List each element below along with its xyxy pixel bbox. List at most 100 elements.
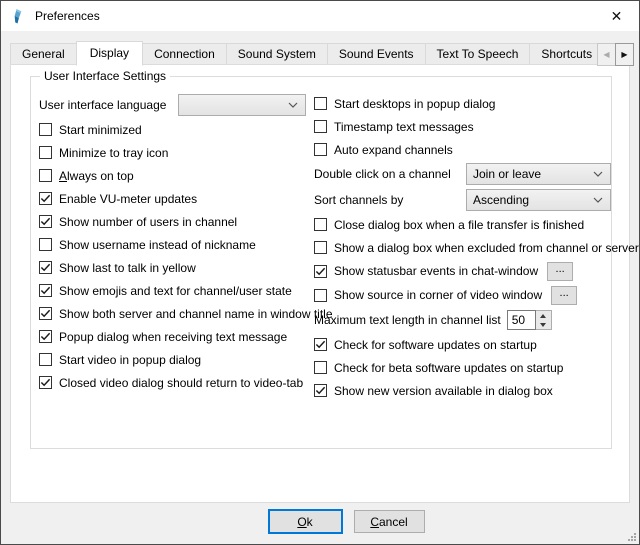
checkbox-label: Show new version available in dialog box (334, 384, 553, 398)
sort-channels-row: Sort channels by Ascending (314, 187, 639, 213)
checkbox[interactable] (39, 330, 52, 343)
checkbox-row-last-to-talk[interactable]: Show last to talk in yellow (39, 256, 314, 279)
checkbox-label: Show last to talk in yellow (59, 261, 196, 275)
checkbox[interactable] (314, 218, 327, 231)
checkbox[interactable] (39, 123, 52, 136)
checkbox[interactable] (314, 384, 327, 397)
checkbox-label: Close dialog box when a file transfer is… (334, 218, 584, 232)
ok-button[interactable]: Ok (268, 509, 343, 534)
checkbox-row-statusbar-events[interactable]: Show statusbar events in chat-window ... (314, 259, 639, 283)
checkbox-label: Start desktops in popup dialog (334, 97, 495, 111)
double-click-label: Double click on a channel (314, 167, 466, 181)
sort-channels-value: Ascending (473, 193, 593, 207)
checkbox-label: Show statusbar events in chat-window (334, 264, 538, 278)
sort-channels-label: Sort channels by (314, 193, 466, 207)
video-source-more-button[interactable]: ... (551, 286, 577, 305)
footer: Ok Cancel (1, 510, 639, 534)
checkbox[interactable] (314, 265, 327, 278)
tab-text-to-speech[interactable]: Text To Speech (425, 43, 531, 64)
tab-sound-system[interactable]: Sound System (226, 43, 328, 64)
checkbox-row-popup-text[interactable]: Popup dialog when receiving text message (39, 325, 314, 348)
checkbox[interactable] (39, 192, 52, 205)
language-label: User interface language (39, 98, 178, 112)
checkbox[interactable] (314, 143, 327, 156)
language-select[interactable] (178, 94, 306, 116)
teamtalk-app-icon (10, 8, 27, 25)
checkbox-row-closed-video[interactable]: Closed video dialog should return to vid… (39, 371, 314, 394)
checkbox-label: Show emojis and text for channel/user st… (59, 284, 292, 298)
right-column: Start desktops in popup dialog Timestamp… (314, 92, 639, 402)
checkbox-label: Closed video dialog should return to vid… (59, 376, 303, 390)
max-text-length-value[interactable]: 50 (507, 310, 536, 330)
checkbox[interactable] (39, 353, 52, 366)
double-click-row: Double click on a channel Join or leave (314, 161, 639, 187)
checkbox-row-window-title[interactable]: Show both server and channel name in win… (39, 302, 314, 325)
checkbox-row-show-username[interactable]: Show username instead of nickname (39, 233, 314, 256)
checkbox-row-close-on-transfer[interactable]: Close dialog box when a file transfer is… (314, 213, 639, 236)
tab-bar: General Display Connection Sound System … (10, 40, 630, 65)
tab-general[interactable]: General (10, 43, 77, 64)
spin-up-icon[interactable] (536, 311, 551, 320)
checkbox[interactable] (39, 307, 52, 320)
checkbox-label: Show username instead of nickname (59, 238, 256, 252)
checkbox[interactable] (39, 238, 52, 251)
chevron-down-icon (593, 171, 603, 177)
checkbox-label: Show source in corner of video window (334, 288, 542, 302)
checkbox-row-vu-meter[interactable]: Enable VU-meter updates (39, 187, 314, 210)
checkbox-row-always-on-top[interactable]: Always on top (39, 164, 314, 187)
close-button[interactable]: ✕ (594, 1, 639, 31)
ok-button-label: Ok (297, 515, 312, 529)
left-column: User interface language Start minimized … (39, 92, 314, 402)
checkbox[interactable] (39, 169, 52, 182)
checkbox-row-check-beta-updates[interactable]: Check for beta software updates on start… (314, 356, 639, 379)
checkbox-row-emojis[interactable]: Show emojis and text for channel/user st… (39, 279, 314, 302)
max-text-length-row: Maximum text length in channel list 50 (314, 307, 639, 333)
max-text-length-spinbox[interactable]: 50 (507, 310, 552, 330)
checkbox[interactable] (314, 289, 327, 302)
checkbox-row-excluded-dialog[interactable]: Show a dialog box when excluded from cha… (314, 236, 639, 259)
tab-sound-events[interactable]: Sound Events (327, 43, 426, 64)
spin-down-icon[interactable] (536, 320, 551, 329)
checkbox-label: Timestamp text messages (334, 120, 474, 134)
checkbox-row-auto-expand[interactable]: Auto expand channels (314, 138, 639, 161)
checkbox[interactable] (39, 146, 52, 159)
tab-shortcuts[interactable]: Shortcuts (529, 43, 604, 64)
statusbar-events-more-button[interactable]: ... (547, 262, 573, 281)
checkbox-row-minimize-tray[interactable]: Minimize to tray icon (39, 141, 314, 164)
cancel-button[interactable]: Cancel (354, 510, 425, 533)
checkbox-row-start-minimized[interactable]: Start minimized (39, 118, 314, 141)
checkbox-row-video-popup[interactable]: Start video in popup dialog (39, 348, 314, 371)
tab-scroll-left-icon[interactable]: ◀ (597, 43, 615, 66)
checkbox-label: Start video in popup dialog (59, 353, 201, 367)
checkbox[interactable] (39, 261, 52, 274)
chevron-down-icon (593, 197, 603, 203)
resize-grip-icon[interactable] (628, 533, 637, 542)
checkbox[interactable] (39, 215, 52, 228)
checkbox[interactable] (314, 120, 327, 133)
tab-scroll-buttons: ◀ ▶ (597, 43, 634, 64)
checkbox-row-show-user-count[interactable]: Show number of users in channel (39, 210, 314, 233)
checkbox[interactable] (39, 284, 52, 297)
checkbox-row-check-updates[interactable]: Check for software updates on startup (314, 333, 639, 356)
checkbox-label: Show a dialog box when excluded from cha… (334, 241, 639, 255)
display-tab-panel: User Interface Settings User interface l… (10, 64, 630, 503)
tab-connection[interactable]: Connection (142, 43, 227, 64)
double-click-select[interactable]: Join or leave (466, 163, 611, 185)
checkbox-row-timestamp[interactable]: Timestamp text messages (314, 115, 639, 138)
checkbox-label: Check for beta software updates on start… (334, 361, 563, 375)
checkbox[interactable] (39, 376, 52, 389)
checkbox[interactable] (314, 241, 327, 254)
tab-display[interactable]: Display (76, 41, 143, 66)
checkbox-label: Start minimized (59, 123, 142, 137)
language-row: User interface language (39, 92, 314, 118)
tab-scroll-right-icon[interactable]: ▶ (615, 43, 634, 66)
group-title: User Interface Settings (40, 69, 170, 83)
checkbox[interactable] (314, 361, 327, 374)
checkbox-row-desktops-popup[interactable]: Start desktops in popup dialog (314, 92, 639, 115)
checkbox-label: Show number of users in channel (59, 215, 237, 229)
sort-channels-select[interactable]: Ascending (466, 189, 611, 211)
checkbox-row-video-source-corner[interactable]: Show source in corner of video window ..… (314, 283, 639, 307)
checkbox[interactable] (314, 338, 327, 351)
checkbox[interactable] (314, 97, 327, 110)
checkbox-row-new-version-dialog[interactable]: Show new version available in dialog box (314, 379, 639, 402)
